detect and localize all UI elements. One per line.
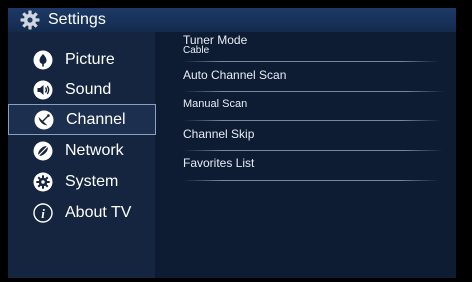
sidebar-item-about-tv[interactable]: i About TV	[8, 197, 155, 228]
menu-item-channel-skip[interactable]: Channel Skip	[183, 127, 445, 141]
page-title: Settings	[48, 11, 106, 28]
sidebar-item-system[interactable]: System	[8, 166, 155, 197]
sidebar-item-picture[interactable]: Picture	[8, 44, 155, 75]
menu-item-auto-channel-scan[interactable]: Auto Channel Scan	[183, 68, 445, 82]
tuner-mode-value: Cable	[183, 45, 210, 56]
settings-header: Settings	[8, 8, 456, 32]
divider	[183, 91, 445, 92]
menu-item-favorites-list[interactable]: Favorites List	[183, 156, 445, 170]
tuner-mode-item[interactable]: Tuner Mode Cable	[183, 34, 445, 56]
picture-icon	[33, 50, 53, 70]
sidebar-item-label: Picture	[65, 50, 115, 68]
sidebar-item-channel[interactable]: Channel	[8, 104, 156, 135]
sidebar-item-label: Channel	[66, 110, 126, 128]
speaker-icon	[33, 80, 53, 100]
satellite-dish-icon	[34, 110, 54, 130]
sidebar-item-label: System	[65, 172, 119, 190]
divider	[183, 180, 439, 181]
divider	[183, 120, 441, 121]
divider	[183, 150, 443, 151]
sidebar-item-label: Sound	[65, 80, 112, 98]
sidebar-item-label: About TV	[65, 203, 132, 221]
tuner-mode-label: Tuner Mode	[183, 33, 248, 47]
system-gear-icon	[33, 172, 53, 192]
info-icon: i	[33, 202, 53, 223]
svg-text:i: i	[41, 205, 45, 220]
sidebar-item-network[interactable]: Network	[8, 135, 155, 166]
network-icon	[33, 141, 53, 161]
menu-item-label: Favorites List	[183, 156, 255, 170]
gear-icon	[20, 10, 40, 30]
menu-item-label: Auto Channel Scan	[183, 68, 287, 82]
menu-item-label: Manual Scan	[183, 98, 248, 110]
sidebar-item-sound[interactable]: Sound	[8, 74, 155, 105]
divider	[183, 61, 439, 62]
tv-settings-screen: Settings Picture Sound Channel Network S…	[0, 0, 472, 282]
menu-item-manual-scan[interactable]: Manual Scan	[183, 97, 445, 111]
menu-item-label: Channel Skip	[183, 127, 255, 141]
sidebar-item-label: Network	[65, 141, 124, 159]
